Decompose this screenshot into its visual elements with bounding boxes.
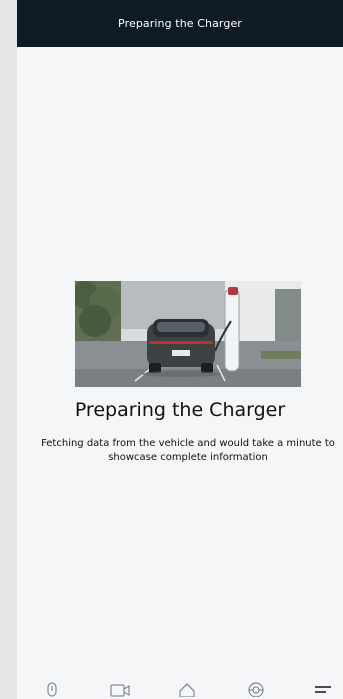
remote-key-icon bbox=[47, 682, 57, 697]
nav-camera[interactable] bbox=[107, 681, 133, 699]
nav-remote[interactable] bbox=[39, 681, 65, 699]
nav-menu[interactable] bbox=[310, 681, 336, 699]
charging-hero-image bbox=[75, 281, 301, 387]
side-margin bbox=[0, 0, 17, 699]
bottom-navigation bbox=[17, 677, 343, 699]
nav-vehicle[interactable] bbox=[243, 681, 269, 699]
video-camera-icon bbox=[110, 684, 130, 697]
status-heading: Preparing the Charger bbox=[74, 399, 286, 421]
app-screen: Preparing the Charger Preparing the Char… bbox=[17, 0, 343, 699]
nav-home[interactable] bbox=[174, 681, 200, 699]
main-content: Preparing the Charger Fetching data from… bbox=[17, 47, 343, 677]
page-title: Preparing the Charger bbox=[118, 17, 242, 30]
status-message: Fetching data from the vehicle and would… bbox=[41, 438, 335, 463]
top-bar: Preparing the Charger bbox=[17, 0, 343, 47]
steering-wheel-icon bbox=[248, 682, 264, 697]
home-icon bbox=[179, 683, 195, 697]
menu-icon bbox=[315, 686, 331, 693]
